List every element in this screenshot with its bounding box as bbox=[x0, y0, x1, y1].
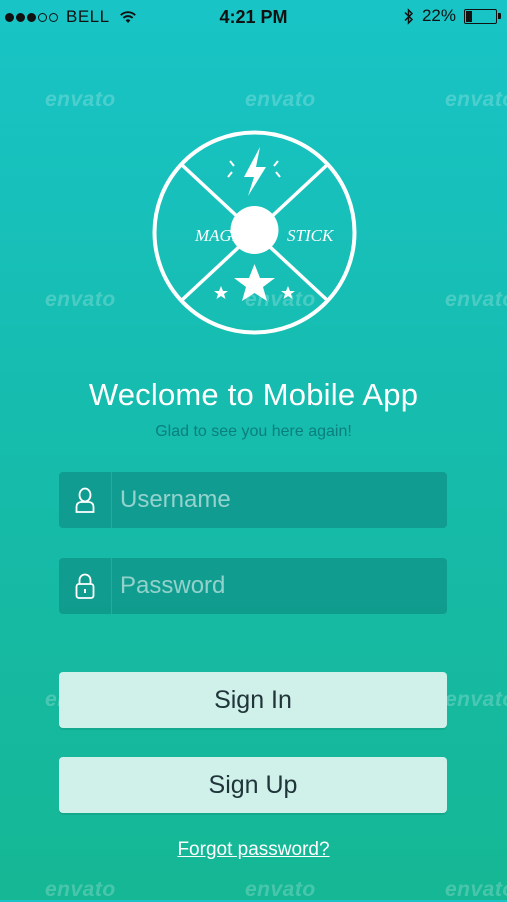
star-icon bbox=[234, 264, 275, 301]
lock-icon bbox=[59, 558, 112, 614]
watermark: envato bbox=[245, 878, 316, 901]
watermark: envato bbox=[45, 288, 116, 311]
sign-in-button[interactable]: Sign In bbox=[59, 672, 447, 728]
watermark: envato bbox=[245, 88, 316, 111]
watermark: envato bbox=[45, 88, 116, 111]
username-input[interactable] bbox=[120, 472, 435, 528]
bluetooth-icon bbox=[404, 7, 414, 25]
logo-left-text: MAGIC bbox=[194, 226, 249, 245]
forgot-password-container: Forgot password? bbox=[0, 839, 507, 861]
app-logo: MAGIC STICK bbox=[152, 130, 357, 335]
watermark: envato bbox=[445, 878, 507, 901]
battery-percent: 22% bbox=[421, 6, 456, 25]
page-title: Weclome to Mobile App bbox=[88, 377, 419, 412]
status-bar: BELL 4:21 PM 22% bbox=[0, 0, 507, 36]
watermark: envato bbox=[445, 88, 507, 111]
username-field[interactable] bbox=[59, 472, 447, 528]
sign-up-button[interactable]: Sign Up bbox=[59, 757, 447, 813]
watermark: envato bbox=[445, 688, 507, 711]
password-field[interactable] bbox=[59, 558, 447, 614]
logo-right-text: STICK bbox=[287, 226, 335, 245]
watermark: envato bbox=[445, 288, 507, 311]
lightning-icon bbox=[244, 147, 266, 196]
battery-level bbox=[466, 10, 472, 22]
status-right: 22% bbox=[404, 6, 501, 26]
page-subtitle: Glad to see you here again! bbox=[155, 423, 352, 440]
battery-icon bbox=[464, 8, 501, 24]
user-icon bbox=[59, 472, 112, 528]
password-input[interactable] bbox=[120, 558, 435, 614]
watermark: envato bbox=[45, 878, 116, 901]
forgot-password-link[interactable]: Forgot password? bbox=[177, 839, 329, 860]
